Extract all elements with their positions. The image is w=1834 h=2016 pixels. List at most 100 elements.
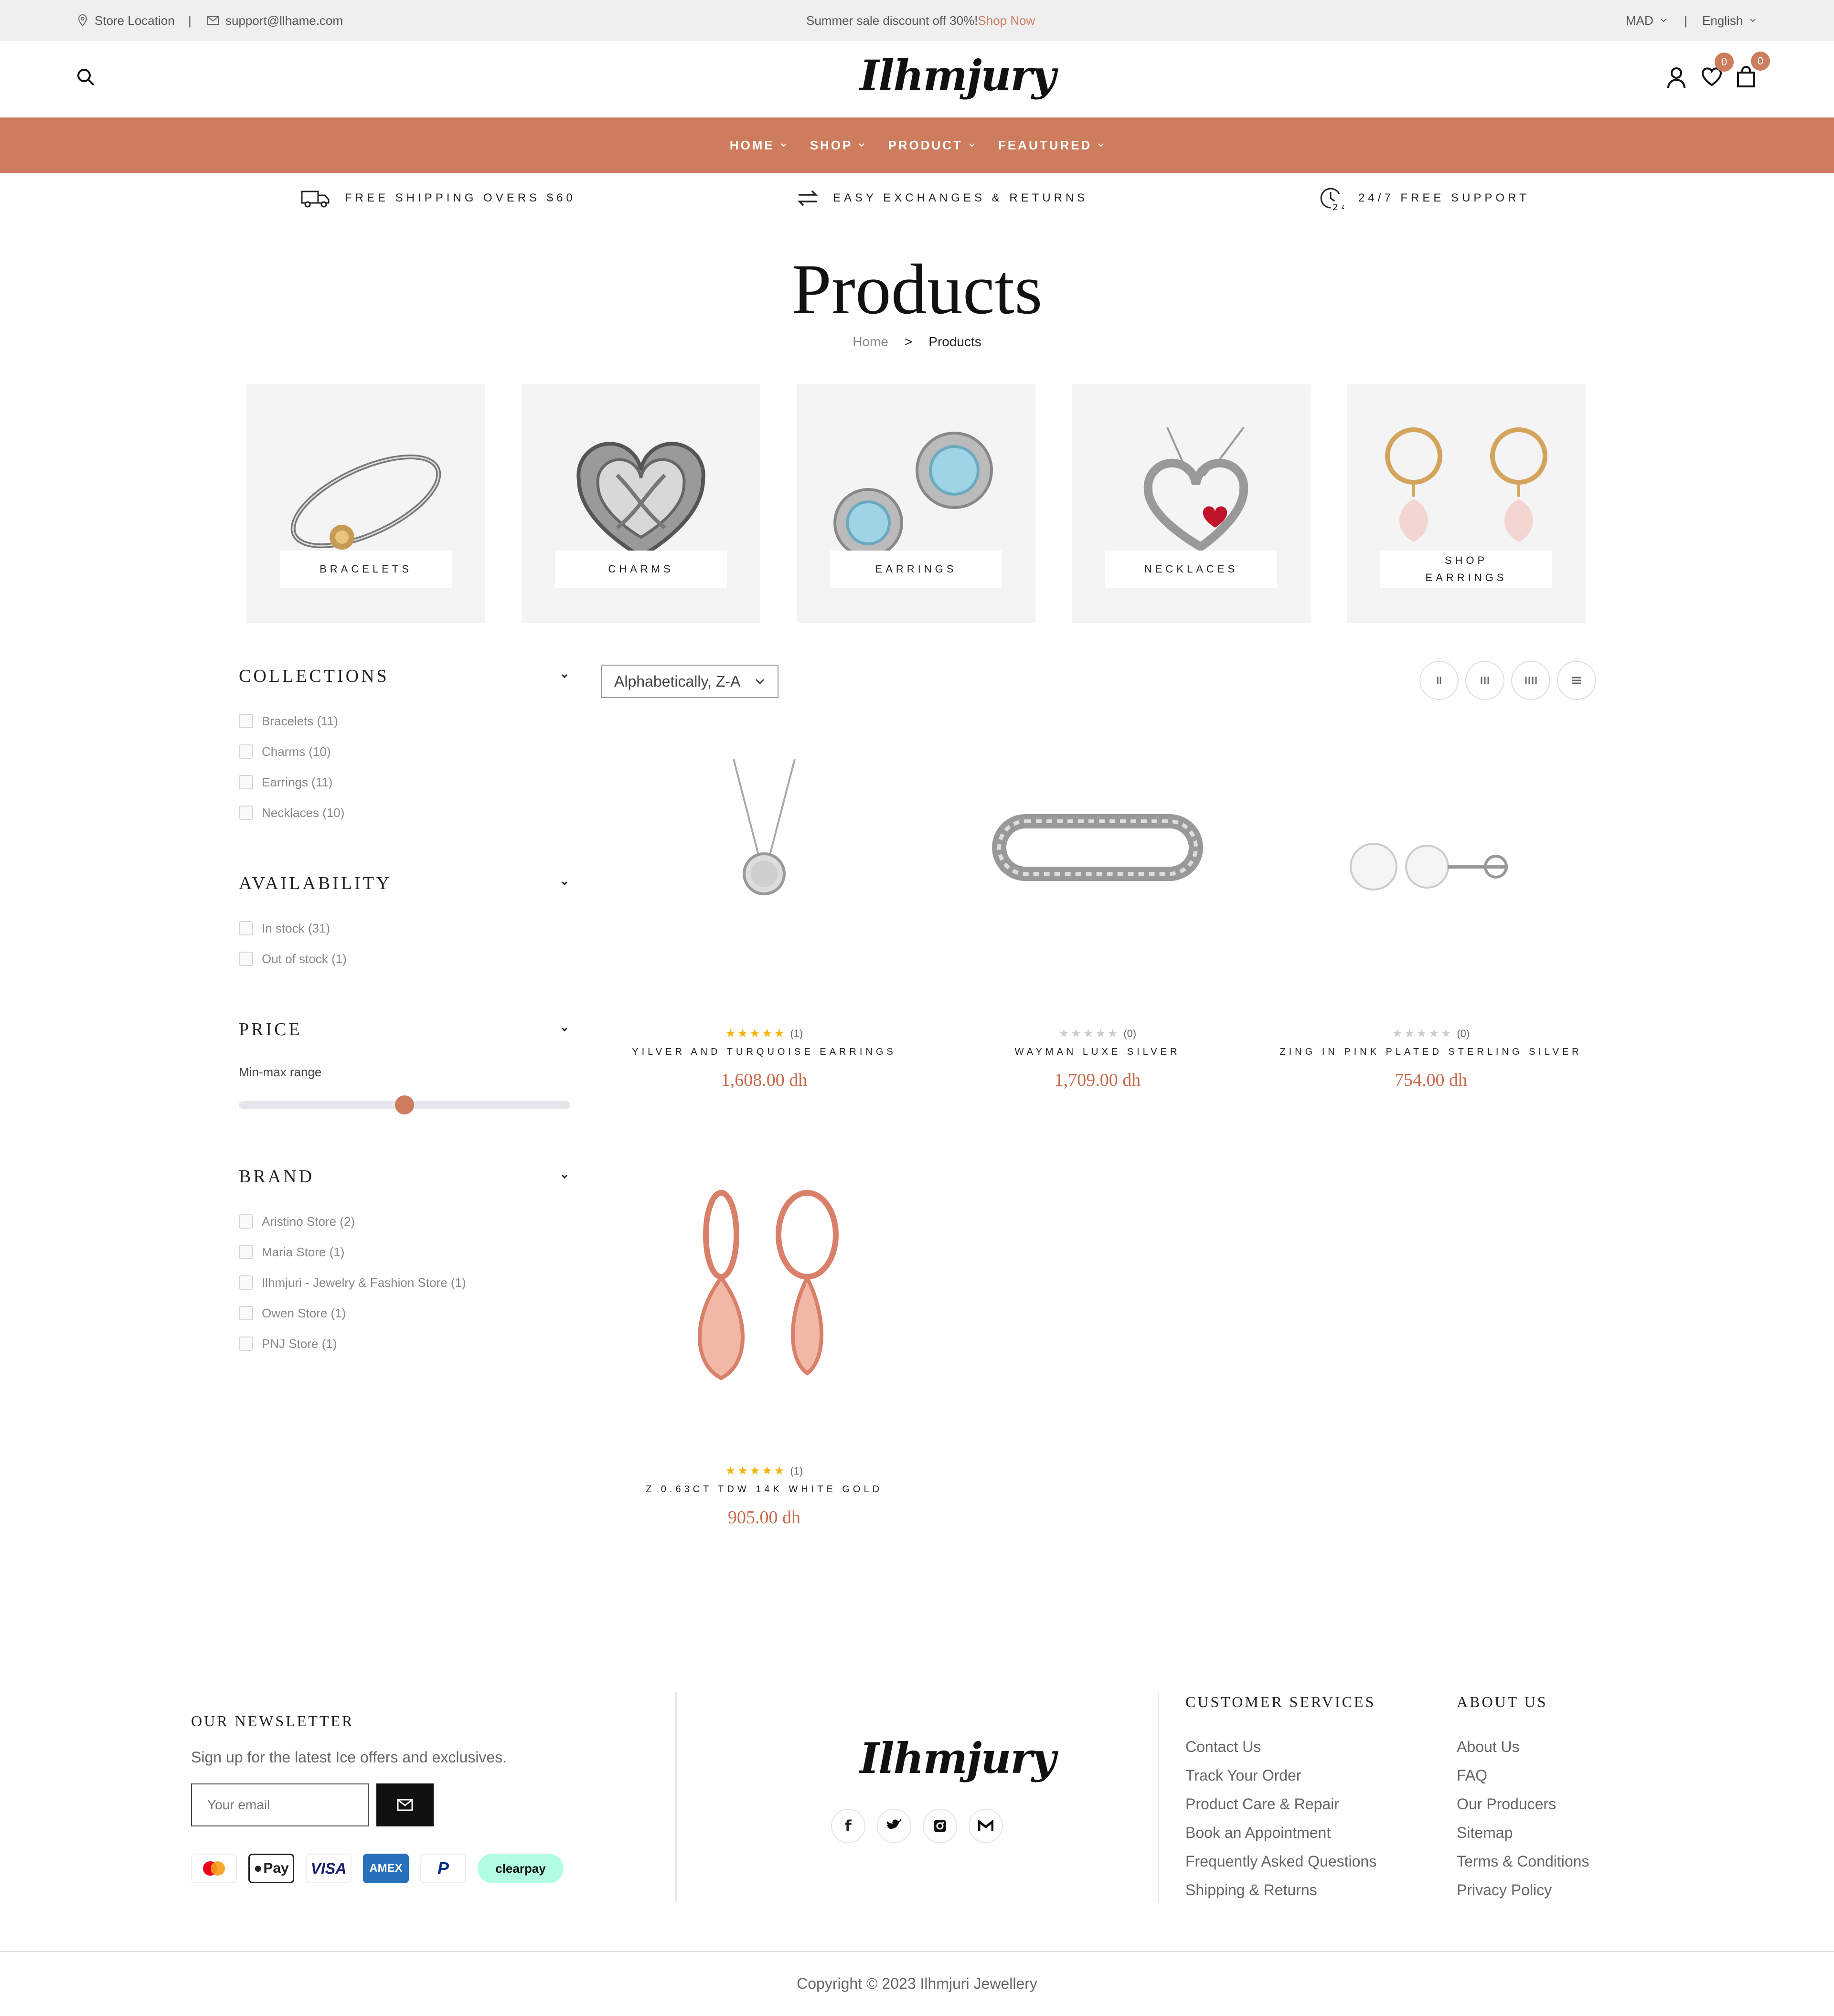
view-grid-2-button[interactable] <box>1419 661 1459 700</box>
topbar-separator: | <box>188 13 192 28</box>
star-icon: ★ <box>1107 1027 1118 1040</box>
gmail-button[interactable] <box>969 1809 1003 1843</box>
filter-option[interactable]: Aristino Store (2) <box>239 1212 355 1231</box>
checkbox[interactable] <box>239 952 253 966</box>
site-logo[interactable]: Ilhmjury <box>860 51 1056 100</box>
footer-link[interactable]: Sitemap <box>1457 1824 1513 1842</box>
checkbox[interactable] <box>239 744 253 759</box>
filter-option[interactable]: Bracelets (11) <box>239 711 338 731</box>
product-price: 1,709.00 dh <box>1054 1070 1141 1090</box>
checkbox[interactable] <box>239 1214 253 1229</box>
footer-link[interactable]: Shipping & Returns <box>1185 1881 1317 1899</box>
language-selector[interactable]: English <box>1702 0 1756 41</box>
account-button[interactable] <box>1667 67 1686 89</box>
view-grid-4-button[interactable] <box>1511 661 1550 700</box>
filter-option[interactable]: Owen Store (1) <box>239 1304 346 1323</box>
cart-button[interactable]: 0 <box>1737 52 1770 88</box>
checkbox[interactable] <box>239 1275 253 1290</box>
view-grid-3-button[interactable] <box>1465 661 1504 700</box>
category-earrings[interactable]: EARRINGS <box>797 384 1035 623</box>
filter-option[interactable]: PNJ Store (1) <box>239 1334 337 1353</box>
product-image <box>733 759 796 895</box>
copyright-text: Copyright © 2023 Ilhmjuri Jewellery <box>797 1975 1037 1992</box>
checkbox[interactable] <box>239 1245 253 1259</box>
filter-option[interactable]: Maria Store (1) <box>239 1242 344 1262</box>
filter-option[interactable]: In stock (31) <box>239 919 330 938</box>
view-list-button[interactable] <box>1557 661 1596 700</box>
footer-link[interactable]: Our Producers <box>1457 1795 1556 1813</box>
checkbox[interactable] <box>239 806 253 820</box>
gmail-icon <box>978 1820 993 1831</box>
price-slider-thumb[interactable] <box>395 1095 414 1114</box>
nav-shop[interactable]: SHOP <box>810 138 865 153</box>
category-necklaces[interactable]: NECKLACES <box>1072 384 1311 623</box>
footer-link[interactable]: Product Care & Repair <box>1185 1795 1339 1813</box>
facebook-button[interactable]: f <box>831 1809 865 1843</box>
footer-link[interactable]: Privacy Policy <box>1457 1881 1552 1899</box>
twitter-button[interactable] <box>877 1809 911 1843</box>
search-button[interactable] <box>76 68 96 87</box>
user-icon <box>1667 67 1685 88</box>
sort-value: Alphabetically, Z-A <box>614 672 741 690</box>
category-shop-earrings[interactable]: SHOP EARRINGS <box>1347 384 1586 623</box>
newsletter-email-input[interactable] <box>191 1783 369 1826</box>
instagram-button[interactable] <box>923 1809 957 1843</box>
category-charms[interactable]: CHARMS <box>522 384 760 623</box>
apple-pay-label: Pay <box>263 1860 289 1876</box>
breadcrumb-home[interactable]: Home <box>853 334 888 350</box>
product-name[interactable]: YILVER AND TURQUOISE EARRINGS <box>592 1047 936 1058</box>
checkbox[interactable] <box>239 714 253 728</box>
email-link[interactable]: support@llhame.com <box>207 0 343 41</box>
product-name[interactable]: WAYMAN LUXE SILVER <box>926 1047 1269 1058</box>
sort-select[interactable]: Alphabetically, Z-A <box>601 665 778 698</box>
mastercard-icon <box>191 1854 237 1883</box>
category-bracelets[interactable]: BRACELETS <box>246 384 485 623</box>
chevron-down-icon <box>1661 19 1666 22</box>
star-icon: ★ <box>1404 1027 1415 1040</box>
list-icon <box>1572 677 1581 684</box>
promo-shop-now-link[interactable]: Shop Now <box>978 13 1035 28</box>
currency-selector[interactable]: MAD <box>1626 0 1667 41</box>
star-icon: ★ <box>1083 1027 1094 1040</box>
checkbox[interactable] <box>239 775 253 789</box>
footer-link[interactable]: Frequently Asked Questions <box>1185 1853 1376 1870</box>
footer-link[interactable]: Terms & Conditions <box>1457 1853 1589 1870</box>
product-name[interactable]: ZING IN PINK PLATED STERLING SILVER <box>1259 1047 1603 1058</box>
filter-availability-header[interactable]: AVAILABILITY <box>239 869 568 898</box>
checkbox[interactable] <box>239 1337 253 1351</box>
filter-option[interactable]: Ilhmjuri - Jewelry & Fashion Store (1) <box>239 1273 466 1292</box>
newsletter-submit-button[interactable] <box>376 1783 434 1826</box>
filter-option-label: Earrings (11) <box>262 775 333 789</box>
footer-link[interactable]: Track Your Order <box>1185 1767 1301 1784</box>
filter-collections-header[interactable]: COLLECTIONS <box>239 662 568 690</box>
rating: ★ ★ ★ ★ ★ (1) <box>621 1027 907 1040</box>
product-name[interactable]: Z 0.63CT TDW 14K WHITE GOLD <box>592 1484 936 1495</box>
footer-link[interactable]: Book an Appointment <box>1185 1824 1331 1842</box>
checkbox[interactable] <box>239 921 253 935</box>
nav-featured[interactable]: FEAUTURED <box>998 138 1104 153</box>
filter-option[interactable]: Earrings (11) <box>239 773 332 792</box>
product-image <box>1350 843 1508 891</box>
footer-link[interactable]: About Us <box>1457 1738 1520 1756</box>
checkbox[interactable] <box>239 1306 253 1320</box>
footer-link[interactable]: FAQ <box>1457 1767 1487 1784</box>
footer-logo[interactable]: Ilhmjury <box>860 1733 1056 1783</box>
filter-brand-header[interactable]: BRAND <box>239 1162 568 1191</box>
store-location-link[interactable]: Store Location <box>77 0 175 41</box>
footer-link[interactable]: Contact Us <box>1185 1738 1261 1756</box>
nav-product[interactable]: PRODUCT <box>888 138 975 153</box>
about-us-title: ABOUT US <box>1457 1693 1548 1710</box>
nav-home[interactable]: HOME <box>730 138 787 153</box>
star-icon: ★ <box>725 1027 736 1040</box>
wishlist-button[interactable]: 0 <box>1701 53 1734 87</box>
star-icon: ★ <box>762 1464 772 1477</box>
filter-price-header[interactable]: PRICE <box>239 1015 568 1044</box>
filter-option[interactable]: Charms (10) <box>239 742 331 761</box>
chevron-down-icon <box>561 1174 568 1179</box>
filter-option[interactable]: Necklaces (10) <box>239 803 344 822</box>
filter-option[interactable]: Out of stock (1) <box>239 949 347 968</box>
price-slider-track[interactable] <box>239 1095 570 1114</box>
chevron-down-icon <box>1098 143 1104 147</box>
product-image <box>992 814 1203 881</box>
currency-label: MAD <box>1626 13 1653 28</box>
